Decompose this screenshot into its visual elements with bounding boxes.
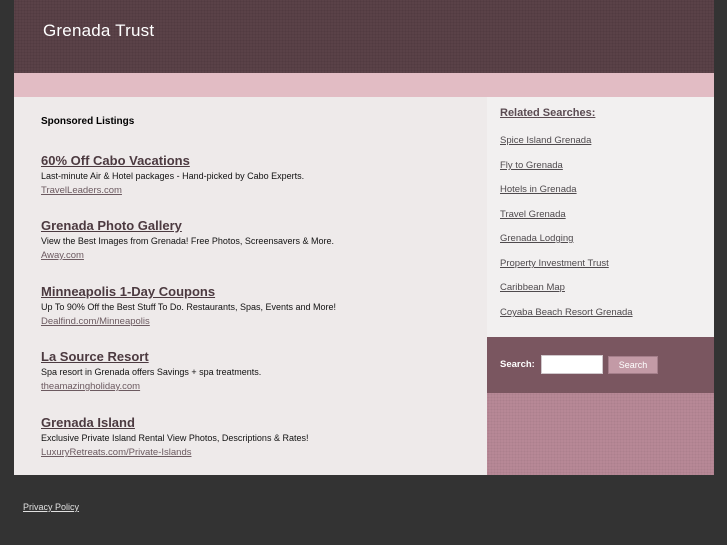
related-link-travel-grenada[interactable]: Travel Grenada [500,209,566,220]
site-title: Grenada Trust [43,21,155,40]
listing-url-link[interactable]: Away.com [41,250,481,262]
search-label: Search: [500,359,535,370]
site-header: Grenada Trust [14,0,714,73]
listing-description: Exclusive Private Island Rental View Pho… [41,433,309,443]
listing-description: Up To 90% Off the Best Stuff To Do. Rest… [41,302,336,312]
related-searches-heading[interactable]: Related Searches: [500,107,595,119]
search-input[interactable] [541,355,603,374]
main-content: Sponsored Listings 60% Off Cabo Vacation… [14,97,487,475]
listing-url-link[interactable]: Dealfind.com/Minneapolis [41,316,481,328]
listing-item: Grenada Photo Gallery View the Best Imag… [41,218,481,262]
listing-item: Grenada Island Exclusive Private Island … [41,415,481,459]
related-link-coyaba-beach-resort-grenada[interactable]: Coyaba Beach Resort Grenada [500,307,633,318]
listing-url-link[interactable]: TravelLeaders.com [41,185,481,197]
related-link-grenada-lodging[interactable]: Grenada Lodging [500,233,573,244]
related-link-fly-to-grenada[interactable]: Fly to Grenada [500,160,563,171]
listing-item: 60% Off Cabo Vacations Last-minute Air &… [41,153,481,197]
related-link-property-investment-trust[interactable]: Property Investment Trust [500,258,609,269]
listing-url-link[interactable]: LuxuryRetreats.com/Private-Islands [41,447,481,459]
search-box: Search: Search [487,337,714,393]
listing-title-link[interactable]: La Source Resort [41,349,481,364]
related-link-spice-island-grenada[interactable]: Spice Island Grenada [500,135,591,146]
sidebar: Related Searches: Spice Island Grenada F… [487,97,714,475]
related-link-hotels-in-grenada[interactable]: Hotels in Grenada [500,184,577,195]
sidebar-decorative-block [487,393,714,475]
sponsored-listings-heading: Sponsored Listings [41,116,135,127]
listing-item: Minneapolis 1-Day Coupons Up To 90% Off … [41,284,481,328]
listing-description: Last-minute Air & Hotel packages - Hand-… [41,171,305,181]
listing-item: La Source Resort Spa resort in Grenada o… [41,349,481,393]
listing-description: Spa resort in Grenada offers Savings + s… [41,367,262,377]
listing-title-link[interactable]: Grenada Photo Gallery [41,218,481,233]
related-link-caribbean-map[interactable]: Caribbean Map [500,282,565,293]
privacy-policy-link[interactable]: Privacy Policy [23,502,79,512]
decorative-band [14,73,714,97]
listing-title-link[interactable]: Grenada Island [41,415,481,430]
page-container: Grenada Trust Sponsored Listings 60% Off… [14,0,714,475]
search-button[interactable]: Search [608,356,658,374]
listing-title-link[interactable]: 60% Off Cabo Vacations [41,153,481,168]
listing-title-link[interactable]: Minneapolis 1-Day Coupons [41,284,481,299]
listing-url-link[interactable]: theamazingholiday.com [41,381,481,393]
related-searches-panel: Related Searches: Spice Island Grenada F… [487,97,714,337]
listing-description: View the Best Images from Grenada! Free … [41,236,334,246]
